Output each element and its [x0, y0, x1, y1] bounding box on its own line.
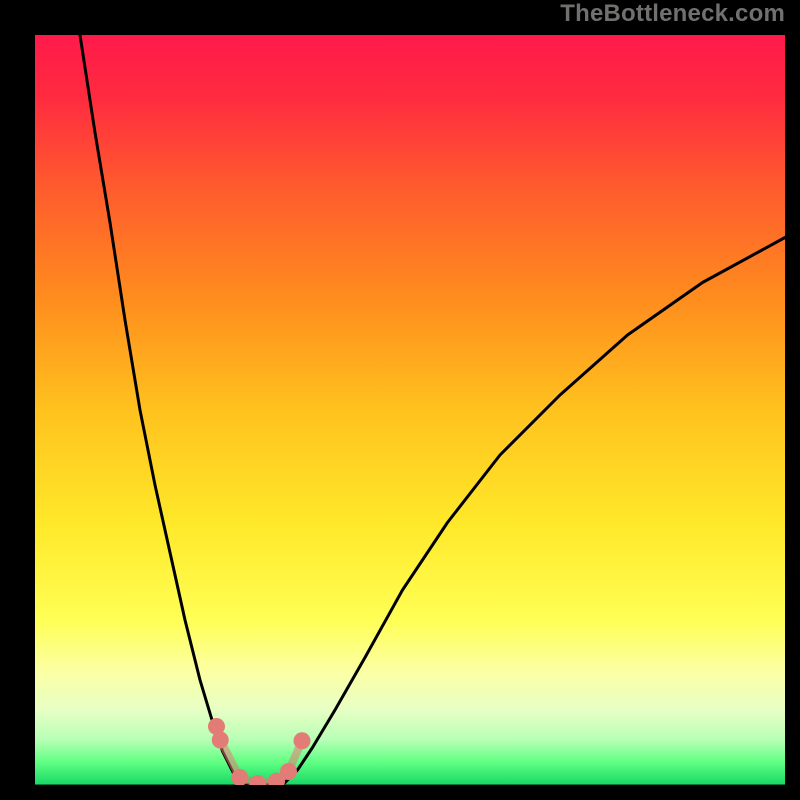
marker-dot [212, 732, 229, 749]
marker-dot [294, 732, 311, 749]
watermark-text: TheBottleneck.com [560, 0, 785, 28]
marker-dot [280, 763, 297, 780]
gradient-background [35, 35, 785, 785]
chart-frame: TheBottleneck.com [0, 0, 800, 800]
plot-area [35, 35, 785, 785]
bottleneck-chart [35, 35, 785, 785]
